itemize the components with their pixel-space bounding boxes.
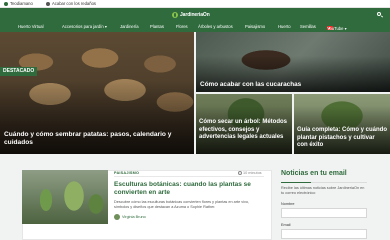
nav-item-huerto-virtual[interactable]: Huerto Virtual: [18, 24, 44, 29]
newsletter-text: Recibe las últimas noticias sobre Jardin…: [281, 186, 365, 195]
name-label: Nombre: [281, 202, 295, 206]
post-excerpt: Descubre cómo las esculturas botánicas c…: [114, 200, 250, 209]
featured-badge: DESTACADO: [0, 67, 38, 76]
featured-main-title[interactable]: Cuándo y cómo sembrar patatas: pasos, ca…: [4, 131, 190, 147]
post-author[interactable]: Virginia Bruno: [114, 214, 146, 220]
top-bar: Teodiamano Acabar con los redaños: [0, 0, 390, 8]
topbar-link-1[interactable]: Teodiamano: [4, 1, 33, 7]
bug-icon: [46, 1, 50, 6]
logo-icon: [172, 12, 178, 18]
featured-tile-dry-tree[interactable]: Cómo secar un árbol: Métodos efectivos, …: [196, 94, 292, 154]
newsletter-title: Noticias en tu email: [281, 170, 347, 177]
post-category[interactable]: PAISAJISMO: [114, 171, 139, 175]
email-field[interactable]: [281, 229, 367, 239]
read-time: 10 minutos: [238, 171, 262, 175]
newsletter-widget: Noticias en tu email Recibe las últimas …: [278, 170, 388, 240]
featured-title-pistachios[interactable]: Guía completa: Cómo y cuándo plantar pis…: [297, 127, 387, 150]
email-label: Email: [281, 223, 291, 227]
post-title[interactable]: Esculturas botánicas: cuando las plantas…: [114, 181, 266, 196]
divider: [281, 182, 367, 183]
featured-tile-pistachios[interactable]: Guía completa: Cómo y cuándo plantar pis…: [294, 94, 390, 154]
nav-item-arboles[interactable]: Árboles y arbustos: [198, 24, 233, 29]
nav-item-huerto[interactable]: Huerto: [278, 24, 291, 29]
topbar-link-2[interactable]: Acabar con los redaños: [46, 1, 96, 7]
nav-item-plantas[interactable]: Plantas: [150, 24, 164, 29]
nav-item-jardineria[interactable]: Jardinería: [120, 24, 139, 29]
featured-title-dry-tree[interactable]: Cómo secar un árbol: Métodos efectivos, …: [199, 119, 289, 142]
post-thumbnail[interactable]: [22, 170, 108, 224]
clock-icon: [238, 171, 242, 175]
nav-item-accesorios[interactable]: Accesorios para jardín ▾: [62, 24, 107, 29]
main-nav: Huerto Virtual Accesorios para jardín ▾ …: [18, 24, 347, 31]
featured-main-tile[interactable]: DESTACADO Cuándo y cómo sembrar patatas:…: [0, 32, 194, 154]
featured-title-cockroaches[interactable]: Cómo acabar con las cucarachas: [200, 81, 386, 89]
leaf-icon: [4, 1, 8, 6]
nav-item-semillas[interactable]: Semillas: [300, 24, 316, 29]
featured-grid: DESTACADO Cuándo y cómo sembrar patatas:…: [0, 32, 390, 154]
content-area: PAISAJISMO 10 minutos Esculturas botánic…: [0, 154, 390, 240]
nav-item-paisajismo[interactable]: Paisajismo: [245, 24, 265, 29]
featured-tile-cockroaches[interactable]: Cómo acabar con las cucarachas: [196, 32, 390, 92]
search-icon[interactable]: [376, 11, 384, 19]
divider: [114, 176, 264, 177]
site-header: JardineriaOn Huerto Virtual Accesorios p…: [0, 8, 390, 32]
avatar: [114, 214, 120, 220]
name-field[interactable]: [281, 208, 367, 218]
site-logo[interactable]: JardineriaOn: [172, 11, 212, 19]
nav-item-flores[interactable]: Flores: [176, 24, 188, 29]
